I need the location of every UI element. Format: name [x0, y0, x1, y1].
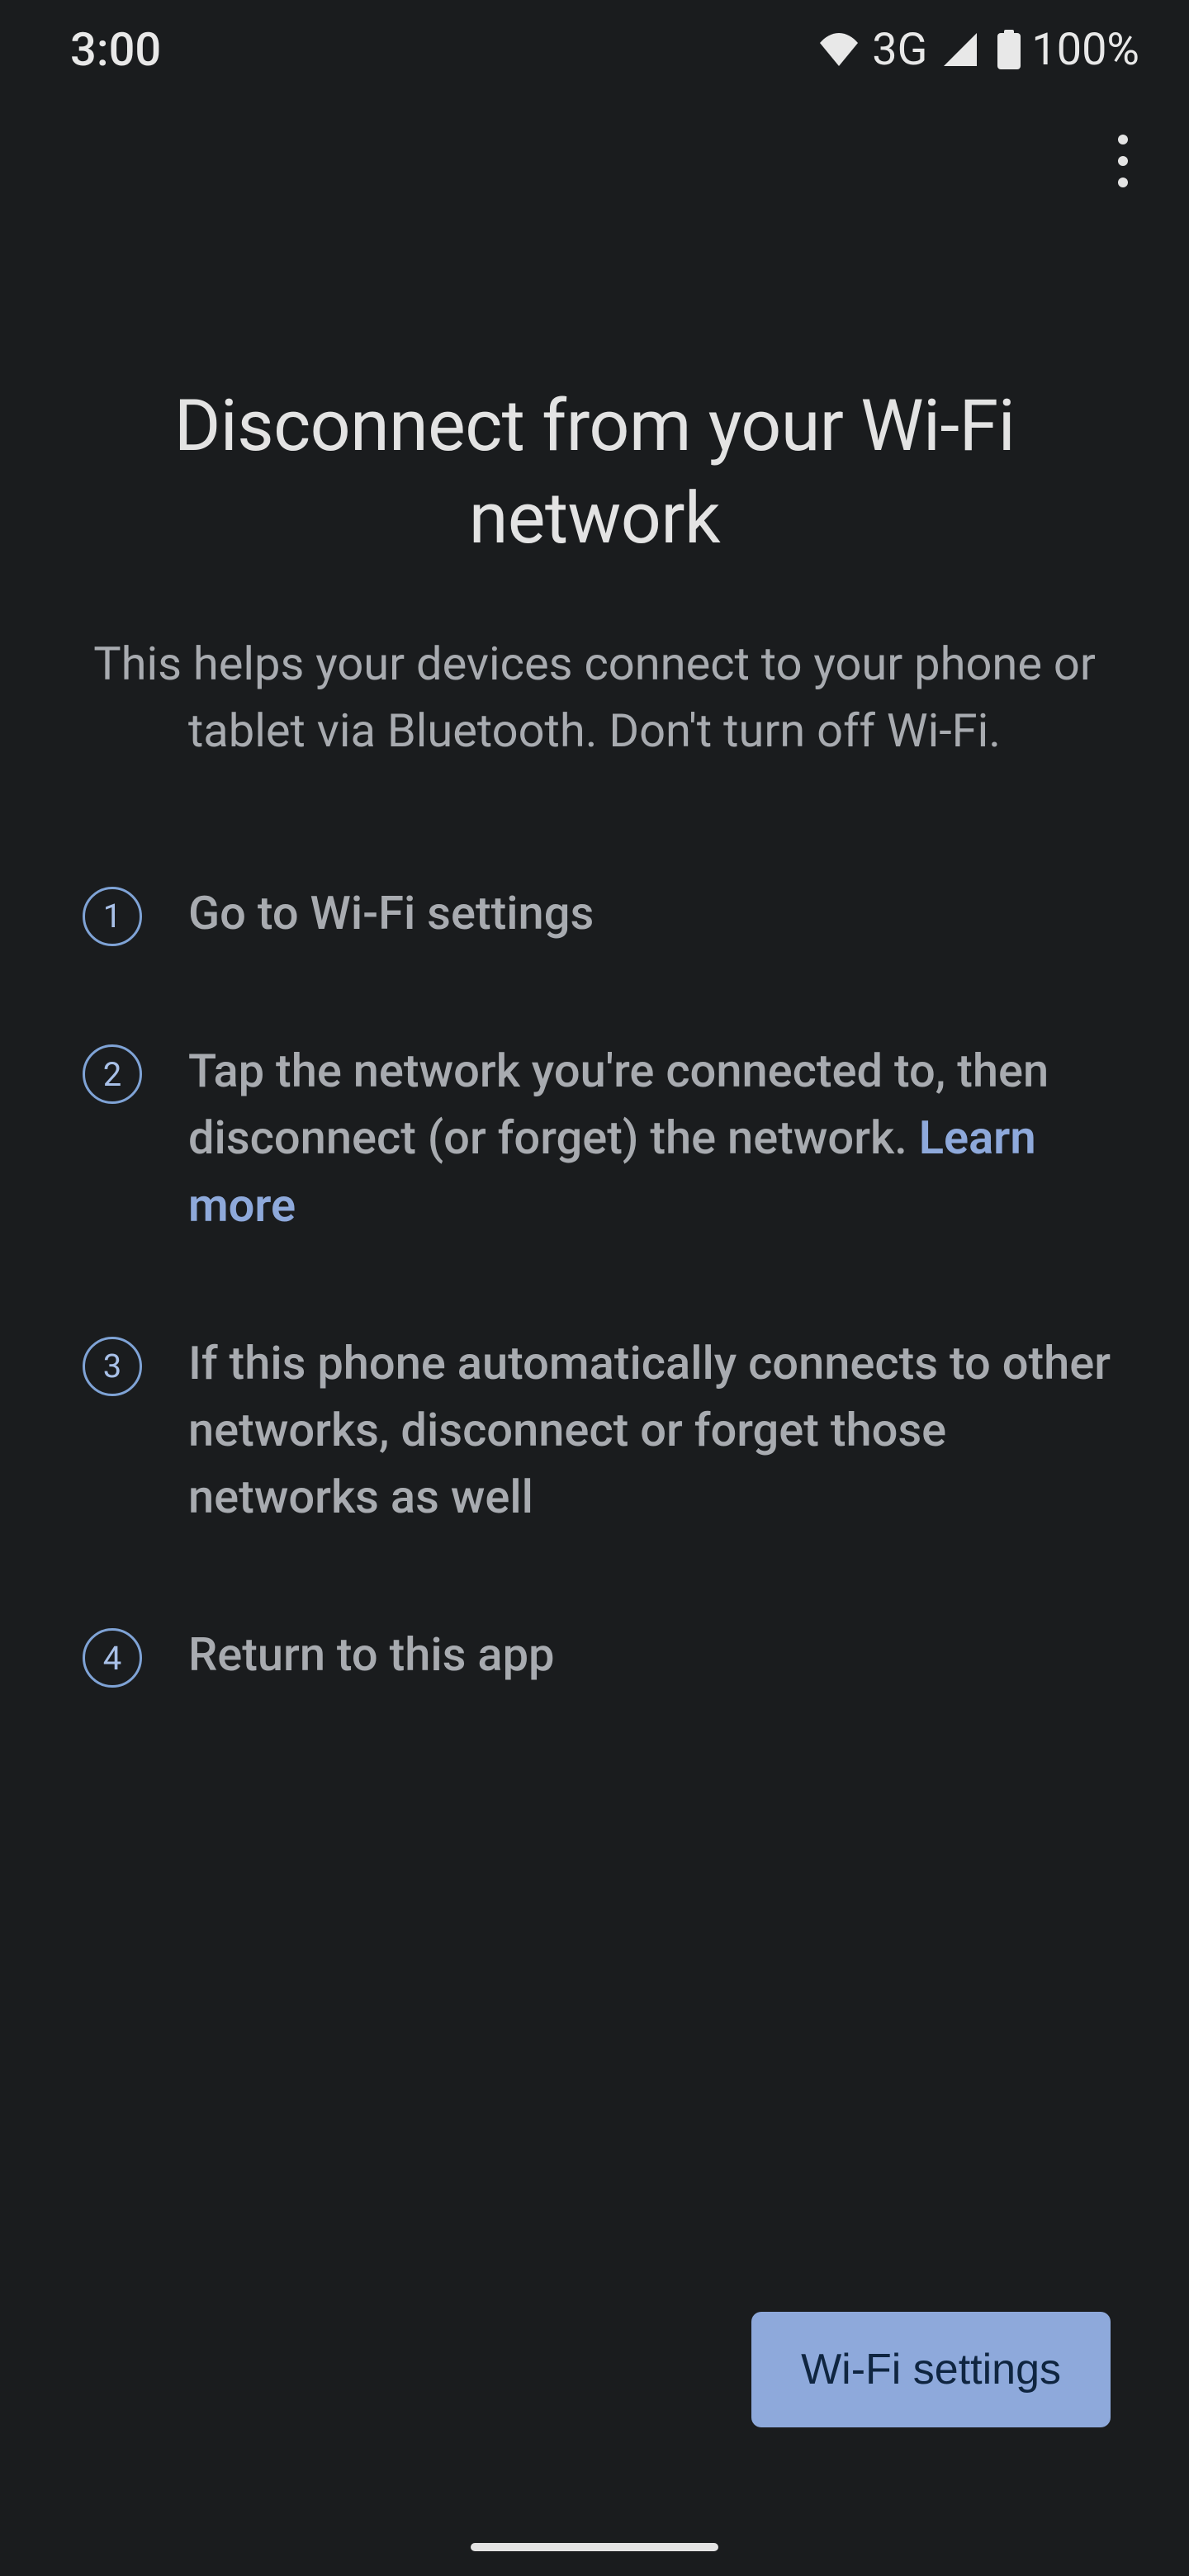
step-number-badge: 2 [83, 1044, 142, 1104]
step-number-badge: 4 [83, 1628, 142, 1688]
network-type-label: 3G [872, 24, 927, 76]
wifi-icon [819, 33, 859, 66]
step-item: 4 Return to this app [83, 1622, 1115, 1688]
step-text: Tap the network you're connected to, the… [188, 1038, 1115, 1239]
status-icons: 3G 100% [819, 24, 1139, 76]
step-text: If this phone automatically connects to … [188, 1330, 1115, 1532]
app-bar [0, 91, 1189, 231]
status-time: 3:00 [70, 22, 161, 77]
step-text: Go to Wi-Fi settings [188, 880, 1115, 947]
wifi-settings-button[interactable]: Wi-Fi settings [751, 2312, 1111, 2427]
step-item: 2 Tap the network you're connected to, t… [83, 1038, 1115, 1239]
navigation-handle[interactable] [471, 2543, 718, 2551]
page-title: Disconnect from your Wi-Fi network [74, 380, 1115, 565]
action-bar: Wi-Fi settings [751, 2312, 1111, 2427]
battery-icon [997, 30, 1021, 69]
step-item: 1 Go to Wi-Fi settings [83, 880, 1115, 947]
status-bar: 3:00 3G 100% [0, 0, 1189, 91]
step-item: 3 If this phone automatically connects t… [83, 1330, 1115, 1532]
step-number-badge: 3 [83, 1337, 142, 1396]
step-text: Return to this app [188, 1622, 1115, 1688]
step-number-badge: 1 [83, 887, 142, 946]
steps-list: 1 Go to Wi-Fi settings 2 Tap the network… [74, 880, 1115, 1689]
main-content: Disconnect from your Wi-Fi network This … [0, 231, 1189, 1688]
battery-percent-label: 100% [1031, 24, 1139, 76]
signal-icon [944, 33, 977, 66]
page-subtitle: This helps your devices connect to your … [74, 631, 1115, 765]
more-options-icon[interactable] [1098, 124, 1148, 198]
